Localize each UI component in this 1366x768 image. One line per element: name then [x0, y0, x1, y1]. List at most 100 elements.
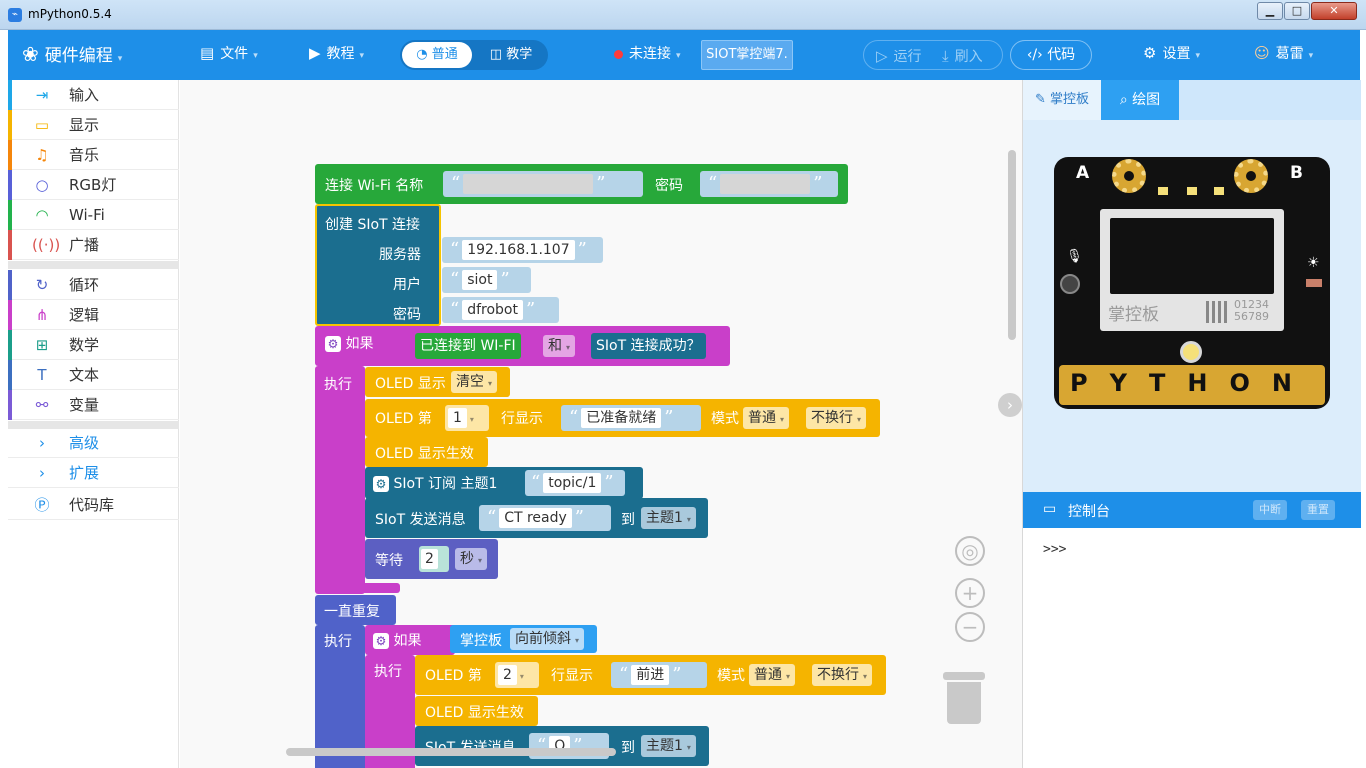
board-image: A B 🎙 ☀ 掌控板 01234 56789 PYTHON — [1054, 157, 1330, 409]
line-number-input[interactable]: 1 ▾ — [445, 405, 489, 431]
sidebar-divider — [8, 261, 179, 269]
siot-send2-block[interactable]: SIoT 发送消息 “Q” 到 主题1▾ — [415, 726, 709, 766]
vertical-scrollbar[interactable] — [1008, 150, 1016, 340]
maximize-button[interactable]: □ — [1284, 2, 1310, 20]
mode2-dropdown[interactable]: 普通 ▾ — [749, 664, 796, 686]
inner-if-label: 如果 — [393, 633, 422, 649]
window-titlebar: ⌁ mPython0.5.4 ▁ □ ✕ — [0, 0, 1366, 30]
sidebar-item-music[interactable]: ♫ 音乐 — [8, 140, 179, 170]
connection-status[interactable]: 未连接 ▾ — [614, 43, 681, 63]
siot-success-condition[interactable]: SIoT 连接成功？ — [591, 333, 706, 359]
if-body-rail: 执行 — [315, 366, 365, 594]
user-input[interactable]: “siot” — [442, 267, 531, 293]
sidebar-item-library[interactable]: Ⓟ 代码库 — [8, 490, 179, 520]
password-input[interactable]: “dfrobot” — [442, 297, 559, 323]
oled-line-block[interactable]: OLED 第 1 ▾ 行显示 “已准备就绪” 模式 普通 ▾ 不换行 ▾ — [365, 399, 880, 437]
forever-do-label: 执行 — [324, 634, 352, 650]
wrap-dropdown[interactable]: 不换行 ▾ — [806, 407, 867, 429]
oled-apply-block[interactable]: OLED 显示生效 — [365, 437, 488, 467]
clear-dropdown[interactable]: 清空 ▾ — [451, 371, 498, 393]
oled-line2-label: OLED 第 — [425, 668, 482, 684]
minimize-button[interactable]: ▁ — [1257, 2, 1283, 20]
topic1-dropdown[interactable]: 主题1 ▾ — [641, 507, 696, 529]
line2-number-input[interactable]: 2 ▾ — [495, 662, 539, 688]
mode-normal-button[interactable]: ◔ 普通 — [402, 42, 472, 68]
bulb-icon: ○ — [35, 176, 49, 194]
inner-if-block[interactable]: ⚙ 如果 — [365, 625, 455, 655]
seconds-dropdown[interactable]: 秒 ▾ — [455, 548, 488, 570]
sidebar-item-logic[interactable]: ⋔ 逻辑 — [8, 300, 179, 330]
topic-input[interactable]: “topic/1” — [525, 470, 625, 496]
wifi-password-input[interactable]: “” — [700, 171, 838, 197]
server-input[interactable]: “192.168.1.107” — [442, 237, 603, 263]
sidebar-item-input[interactable]: ⇥ 输入 — [8, 80, 179, 110]
wrap2-dropdown[interactable]: 不换行 ▾ — [812, 664, 873, 686]
logic-icon: ⋔ — [35, 306, 49, 324]
sidebar-item-advanced[interactable]: › 高级 — [8, 428, 179, 458]
trash-icon[interactable] — [943, 668, 985, 724]
horizontal-scrollbar[interactable] — [286, 748, 616, 756]
tilt-dropdown[interactable]: 向前倾斜 ▾ — [510, 628, 585, 650]
code-button[interactable]: ‹/› 代码 — [1010, 40, 1092, 70]
rgb-led-icon — [1180, 341, 1202, 363]
interrupt-button[interactable]: 中断 — [1253, 500, 1287, 520]
board-tilt-condition[interactable]: 掌控板 向前倾斜 ▾ — [450, 625, 597, 653]
mode-toggle[interactable]: ◔ 普通 ◫ 教学 — [400, 40, 548, 70]
sidebar-item-wifi[interactable]: ◠ Wi-Fi — [8, 200, 179, 230]
led-icon — [1214, 187, 1224, 195]
tab-draw[interactable]: ⌕ 绘图 — [1101, 80, 1179, 120]
close-button[interactable]: ✕ — [1311, 2, 1357, 20]
file-menu[interactable]: ▤ 文件 ▾ — [200, 43, 258, 63]
wifi-connected-condition[interactable]: 已连接到 WI-FI — [415, 333, 521, 359]
block-workspace[interactable]: 连接 Wi-Fi 名称 “” 密码 “” 创建 SIoT 连接 服务器 用户 密… — [180, 80, 1022, 768]
flash-button[interactable]: ⤓ 刷入 — [942, 46, 983, 66]
if-block[interactable]: ⚙ 如果 已连接到 WI-FI 和 ▾ SIoT 连接成功？ — [315, 326, 730, 366]
brand-menu[interactable]: ❀ 硬件编程 ▾ — [22, 41, 122, 66]
run-button[interactable]: ▷ 运行 — [876, 46, 922, 66]
ct-ready-input[interactable]: “CT ready” — [479, 505, 611, 531]
siot-subscribe-block[interactable]: ⚙ SIoT 订阅 主题1 “topic/1” — [365, 467, 643, 499]
chevron-down-icon: ▾ — [1308, 51, 1314, 61]
send-label: SIoT 发送消息 — [375, 512, 466, 528]
wait-block[interactable]: 等待 2 秒 ▾ — [365, 539, 498, 579]
sidebar-item-variable[interactable]: ⚯ 变量 — [8, 390, 179, 420]
zoom-out-icon[interactable]: − — [955, 612, 985, 642]
oled-line2-block[interactable]: OLED 第 2 ▾ 行显示 “前进” 模式 普通 ▾ 不换行 ▾ — [415, 655, 886, 695]
oled-apply2-block[interactable]: OLED 显示生效 — [415, 696, 538, 726]
device-tag[interactable]: SIOT掌控端7. — [701, 40, 793, 70]
sidebar-item-text[interactable]: T 文本 — [8, 360, 179, 390]
forever-block[interactable]: 一直重复 — [315, 595, 396, 625]
sidebar-item-rgb[interactable]: ○ RGB灯 — [8, 170, 179, 200]
panel-collapse-arrow-icon[interactable]: › — [998, 393, 1022, 417]
tab-board[interactable]: ✎ 掌控板 — [1023, 80, 1101, 120]
siot-create-block[interactable]: 创建 SIoT 连接 服务器 用户 密码 — [315, 204, 441, 326]
pin-b-label: B — [1290, 163, 1303, 183]
zoom-in-icon[interactable]: + — [955, 578, 985, 608]
sidebar-item-broadcast[interactable]: ((·)) 广播 — [8, 230, 179, 260]
recenter-icon[interactable]: ◎ — [955, 536, 985, 566]
console-output[interactable]: >>> — [1023, 528, 1361, 768]
user-menu[interactable]: ☺ 葛雷 ▾ — [1254, 43, 1313, 63]
sidebar-item-math[interactable]: ⊞ 数学 — [8, 330, 179, 360]
oled-clear-block[interactable]: OLED 显示 清空 ▾ — [365, 367, 510, 397]
sidebar-item-loop[interactable]: ↻ 循环 — [8, 270, 179, 300]
topic1b-dropdown[interactable]: 主题1 ▾ — [641, 735, 696, 757]
wait-value-input[interactable]: 2 — [419, 546, 449, 572]
mode-teach-button[interactable]: ◫ 教学 — [478, 42, 544, 68]
reset-button[interactable]: 重置 — [1301, 500, 1335, 520]
sidebar-item-extensions[interactable]: › 扩展 — [8, 458, 179, 488]
ready-text-input[interactable]: “已准备就绪” — [561, 405, 701, 431]
siot-send-block[interactable]: SIoT 发送消息 “CT ready” 到 主题1 ▾ — [365, 498, 708, 538]
chevron-down-icon: ▾ — [253, 51, 258, 61]
oled-screen — [1110, 218, 1274, 294]
forward-text-input[interactable]: “前进” — [611, 662, 707, 688]
sidebar-item-display[interactable]: ▭ 显示 — [8, 110, 179, 140]
wifi-connect-block[interactable]: 连接 Wi-Fi 名称 “” 密码 “” — [315, 164, 848, 204]
settings-menu[interactable]: ⚙ 设置 ▾ — [1143, 43, 1200, 63]
tutorial-menu[interactable]: ▶ 教程 ▾ — [309, 43, 364, 63]
wifi-name-input[interactable]: “” — [443, 171, 643, 197]
microphone-icon: 🎙 — [1066, 249, 1083, 264]
mode-dropdown[interactable]: 普通 ▾ — [743, 407, 790, 429]
block-category-sidebar: ⇥ 输入 ▭ 显示 ♫ 音乐 ○ RGB灯 ◠ Wi-Fi ((·)) 广播 ↻ 循环 ⋔ 逻辑… — [8, 80, 179, 768]
and-dropdown[interactable]: 和 ▾ — [543, 335, 576, 357]
